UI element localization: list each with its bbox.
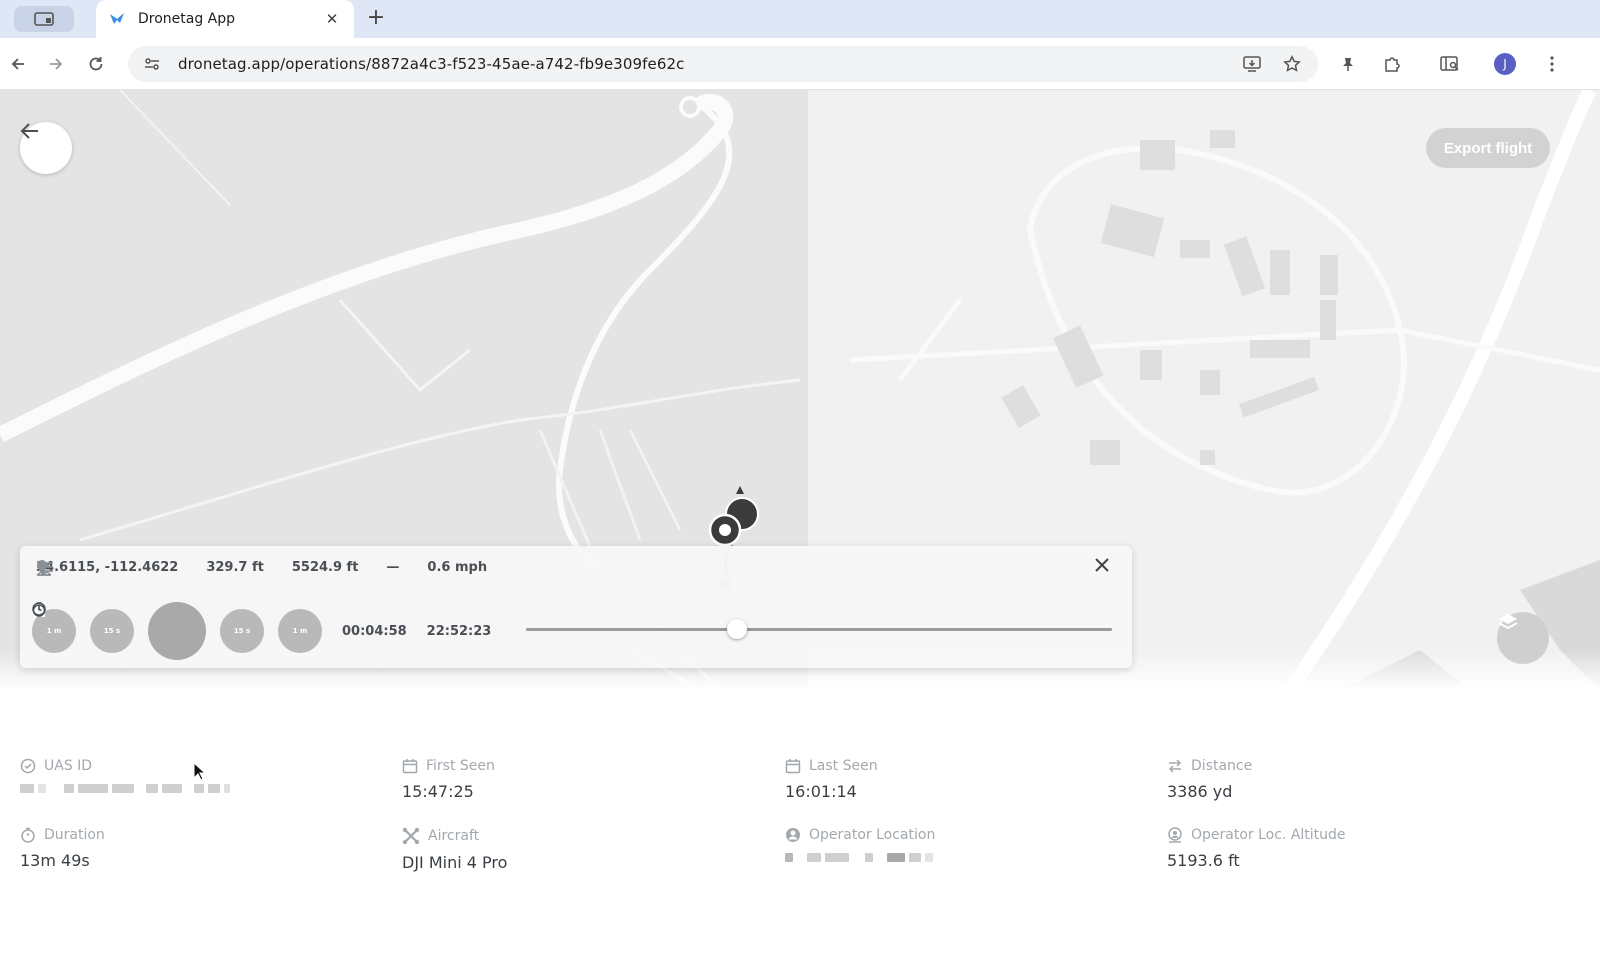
stat-altitude: 5524.9 ft	[36, 560, 359, 576]
extension-pin-icon[interactable]	[1336, 52, 1360, 76]
browser-toolbar: dronetag.app/operations/8872a4c3-f523-45…	[0, 38, 1600, 90]
forward-nav-icon[interactable]	[44, 52, 68, 76]
profile-avatar[interactable]: J	[1494, 53, 1516, 75]
pause-button[interactable]	[33, 602, 206, 660]
drone-icon	[402, 827, 420, 845]
reload-icon[interactable]	[84, 52, 108, 76]
url-text[interactable]: dronetag.app/operations/8872a4c3-f523-45…	[178, 55, 684, 73]
mouse-cursor-icon	[193, 762, 207, 781]
altitude-value: 5524.9 ft	[291, 560, 359, 575]
distance-value: 3386 yd	[1167, 782, 1233, 801]
detail-last-seen: Last Seen 16:01:14	[785, 758, 1145, 801]
vertical-speed-value: —	[386, 560, 400, 575]
map-layers-button[interactable]	[1497, 612, 1549, 664]
side-panel-search-icon[interactable]	[1438, 52, 1462, 76]
extensions-puzzle-icon[interactable]	[1380, 52, 1404, 76]
coordinates-value: 34.6115, -112.4622	[36, 560, 179, 575]
stat-height: 329.7 ft	[37, 560, 264, 576]
tab-search-button[interactable]	[14, 6, 74, 32]
operator-altitude-value: 5193.6 ft	[1167, 851, 1240, 870]
clock-icon	[32, 602, 46, 616]
forward-1m-button[interactable]: 1 m	[33, 602, 322, 653]
install-app-icon[interactable]	[1240, 52, 1264, 76]
layers-icon	[1498, 614, 1518, 630]
tab-strip: Dronetag App ✕ +	[0, 0, 1600, 38]
playback-controls: 1 m 15 s 15 s 1 m 00:04:58 22:52:23	[32, 602, 511, 660]
aircraft-value: DJI Mini 4 Pro	[402, 853, 508, 872]
first-seen-value: 15:47:25	[402, 782, 474, 801]
bookmark-star-icon[interactable]	[1280, 52, 1304, 76]
aircraft-label: Aircraft	[428, 828, 480, 844]
new-tab-button[interactable]: +	[364, 5, 388, 30]
calendar-icon	[785, 759, 801, 774]
stat-vertical-speed: —	[38, 560, 400, 576]
back-button[interactable]	[20, 122, 72, 174]
speed-icon	[37, 562, 53, 572]
operator-location-label: Operator Location	[809, 827, 936, 843]
tab-close-icon[interactable]: ✕	[322, 10, 342, 28]
last-seen-value: 16:01:14	[785, 782, 857, 801]
browser-menu-icon[interactable]	[1540, 52, 1564, 76]
operator-location-redacted	[785, 853, 1145, 862]
speed-value: 0.6 mph	[427, 560, 488, 575]
stat-speed: 0.6 mph	[37, 560, 488, 575]
user-altitude-icon	[1168, 827, 1182, 843]
operator-altitude-label: Operator Loc. Altitude	[1191, 827, 1346, 843]
uas-id-redacted	[20, 784, 380, 793]
telemetry-stats: 34.6115, -112.4622 329.7 ft 5524.9 ft — …	[36, 560, 488, 576]
flight-details: UAS ID First Seen 15:47:25 Last Seen 16:…	[0, 700, 1600, 965]
arrow-left-icon	[20, 123, 38, 139]
height-value: 329.7 ft	[206, 560, 264, 575]
uas-id-label: UAS ID	[44, 758, 93, 774]
calendar-icon	[402, 759, 418, 774]
rewind-15s-button[interactable]: 15 s	[33, 602, 134, 653]
clock-time-value: 22:52:23	[426, 623, 492, 639]
duration-value: 13m 49s	[20, 851, 90, 870]
detail-duration: Duration 13m 49s	[20, 827, 380, 870]
export-flight-button[interactable]: Export flight	[1426, 128, 1550, 168]
elapsed-time-value: 00:04:58	[342, 623, 407, 639]
close-icon	[1095, 558, 1109, 572]
swap-arrows-icon	[1168, 759, 1182, 773]
flight-playback-panel: 34.6115, -112.4622 329.7 ft 5524.9 ft — …	[20, 546, 1132, 668]
elapsed-time: 00:04:58	[32, 602, 407, 639]
detail-operator-location: Operator Location	[785, 827, 1145, 862]
clock-time: 22:52:23	[32, 602, 492, 639]
user-circle-icon	[786, 828, 800, 842]
detail-operator-altitude: Operator Loc. Altitude 5193.6 ft	[1167, 827, 1527, 870]
tab-title: Dronetag App	[138, 11, 236, 27]
tab-group-icon	[34, 12, 54, 26]
stopwatch-icon	[21, 827, 35, 843]
first-seen-label: First Seen	[426, 758, 495, 774]
address-bar[interactable]: dronetag.app/operations/8872a4c3-f523-45…	[128, 46, 1318, 82]
timeline-thumb[interactable]	[726, 619, 747, 639]
detail-distance: Distance 3386 yd	[1167, 758, 1527, 801]
flight-map[interactable]: Export flight 34.6115, -112.4622 329.7 f…	[0, 90, 1600, 690]
forward-15s-button[interactable]: 15 s	[33, 602, 264, 653]
playback-timeline[interactable]	[526, 619, 1112, 639]
duration-label: Duration	[44, 827, 105, 843]
check-circle-icon	[20, 758, 36, 774]
detail-first-seen: First Seen 15:47:25	[402, 758, 762, 801]
last-seen-label: Last Seen	[809, 758, 878, 774]
detail-aircraft: Aircraft DJI Mini 4 Pro	[402, 827, 762, 872]
close-player-button[interactable]	[1094, 557, 1118, 581]
distance-label: Distance	[1191, 758, 1253, 774]
back-nav-icon[interactable]	[6, 52, 30, 76]
dronetag-favicon-icon	[110, 13, 124, 24]
browser-tab-active[interactable]: Dronetag App ✕	[96, 0, 354, 38]
site-settings-icon[interactable]	[140, 52, 164, 76]
stat-coordinates: 34.6115, -112.4622	[36, 560, 179, 576]
